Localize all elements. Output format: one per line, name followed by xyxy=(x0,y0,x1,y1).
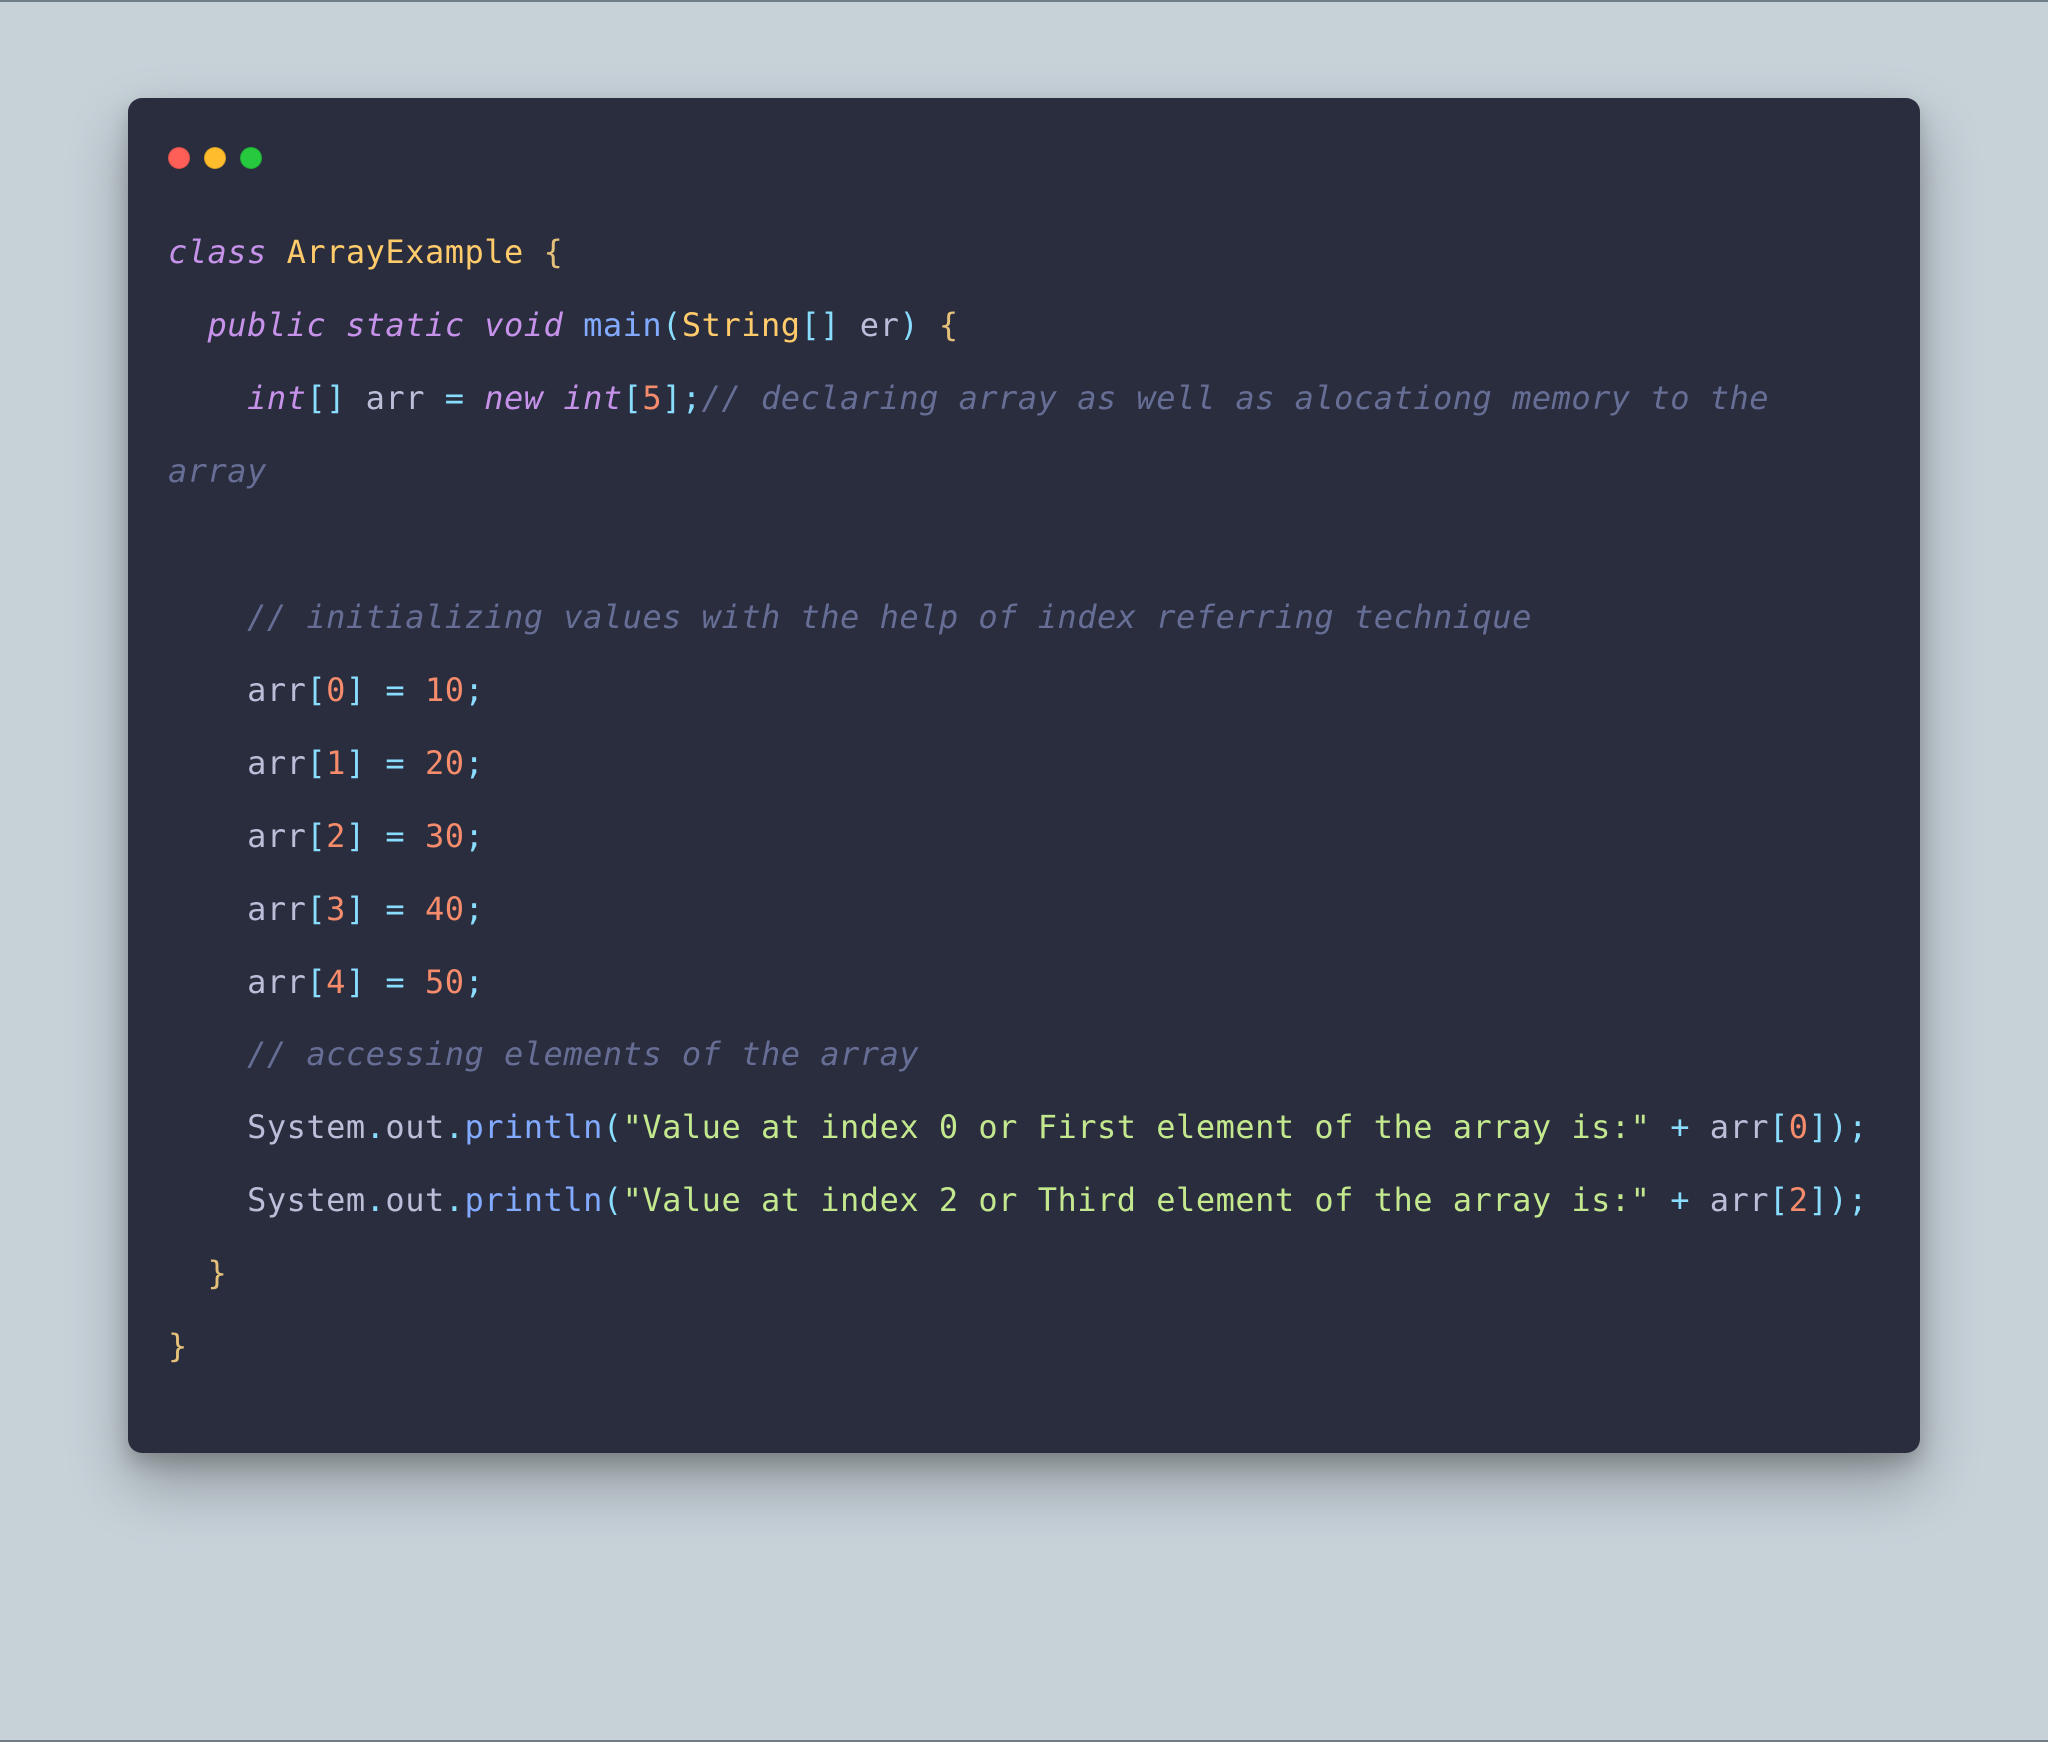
index: 4 xyxy=(326,963,346,1001)
code-block: class ArrayExample { public static void … xyxy=(128,188,1920,1403)
operator-plus: + xyxy=(1670,1181,1690,1219)
keyword-new: new xyxy=(484,379,543,417)
index: 0 xyxy=(326,671,346,709)
code-line-7: arr[2] = 30; xyxy=(168,817,484,855)
brace-close: } xyxy=(208,1254,228,1292)
comment-access: // accessing elements of the array xyxy=(247,1035,919,1073)
type-int: int xyxy=(247,379,306,417)
value: 10 xyxy=(425,671,465,709)
method-main: main xyxy=(583,306,662,344)
window-minimize-icon[interactable] xyxy=(204,147,226,169)
index: 3 xyxy=(326,890,346,928)
brace-close: } xyxy=(168,1327,188,1365)
var-arr: arr xyxy=(247,817,306,855)
code-line-1: class ArrayExample { xyxy=(168,233,563,271)
class-name: ArrayExample xyxy=(287,233,524,271)
var-arr: arr xyxy=(1710,1108,1769,1146)
page-background: class ArrayExample { public static void … xyxy=(0,0,2048,1742)
param-er: er xyxy=(860,306,900,344)
var-arr: arr xyxy=(247,890,306,928)
code-line-4: // initializing values with the help of … xyxy=(168,598,1532,636)
string-literal: "Value at index 2 or Third element of th… xyxy=(623,1181,1651,1219)
var-arr: arr xyxy=(1710,1181,1769,1219)
obj-out: out xyxy=(385,1108,444,1146)
code-line-2: public static void main(String[] er) { xyxy=(168,306,959,344)
code-line-12: System.out.println("Value at index 2 or … xyxy=(168,1181,1868,1219)
index: 2 xyxy=(1789,1181,1809,1219)
code-line-14: } xyxy=(168,1327,188,1365)
bracket-open: [ xyxy=(623,379,643,417)
value: 20 xyxy=(425,744,465,782)
code-line-8: arr[3] = 40; xyxy=(168,890,484,928)
array-size: 5 xyxy=(642,379,662,417)
brace-open: { xyxy=(544,233,564,271)
index: 0 xyxy=(1789,1108,1809,1146)
obj-out: out xyxy=(385,1181,444,1219)
fn-println: println xyxy=(464,1181,602,1219)
keyword-void: void xyxy=(484,306,563,344)
semicolon: ; xyxy=(682,379,702,417)
operator-eq: = xyxy=(385,817,405,855)
string-literal: "Value at index 0 or First element of th… xyxy=(623,1108,1651,1146)
operator-eq: = xyxy=(385,963,405,1001)
value: 50 xyxy=(425,963,465,1001)
type-string: String xyxy=(682,306,801,344)
paren-close: ) xyxy=(899,306,919,344)
value: 30 xyxy=(425,817,465,855)
var-arr: arr xyxy=(366,379,425,417)
window-titlebar xyxy=(128,98,1920,188)
operator-eq: = xyxy=(445,379,465,417)
operator-eq: = xyxy=(385,744,405,782)
code-line-9: arr[4] = 50; xyxy=(168,963,484,1001)
window-close-icon[interactable] xyxy=(168,147,190,169)
brackets: [] xyxy=(306,379,346,417)
index: 1 xyxy=(326,744,346,782)
code-line-3: int[] arr = new int[5];// declaring arra… xyxy=(168,379,1789,490)
comment-init: // initializing values with the help of … xyxy=(247,598,1532,636)
code-line-5: arr[0] = 10; xyxy=(168,671,484,709)
obj-system: System xyxy=(247,1181,366,1219)
paren-open: ( xyxy=(662,306,682,344)
brace-open: { xyxy=(939,306,959,344)
code-line-10: // accessing elements of the array xyxy=(168,1035,919,1073)
code-line-13: } xyxy=(168,1254,227,1292)
fn-println: println xyxy=(464,1108,602,1146)
value: 40 xyxy=(425,890,465,928)
code-editor-window: class ArrayExample { public static void … xyxy=(128,98,1920,1453)
keyword-static: static xyxy=(346,306,465,344)
code-line-11: System.out.println("Value at index 0 or … xyxy=(168,1108,1868,1146)
type-int2: int xyxy=(563,379,622,417)
var-arr: arr xyxy=(247,744,306,782)
obj-system: System xyxy=(247,1108,366,1146)
var-arr: arr xyxy=(247,671,306,709)
var-arr: arr xyxy=(247,963,306,1001)
bracket-close: ] xyxy=(662,379,682,417)
code-line-6: arr[1] = 20; xyxy=(168,744,484,782)
operator-eq: = xyxy=(385,890,405,928)
keyword-public: public xyxy=(208,306,327,344)
operator-eq: = xyxy=(385,671,405,709)
keyword-class: class xyxy=(168,233,267,271)
operator-plus: + xyxy=(1670,1108,1690,1146)
window-maximize-icon[interactable] xyxy=(240,147,262,169)
index: 2 xyxy=(326,817,346,855)
brackets: [] xyxy=(801,306,841,344)
